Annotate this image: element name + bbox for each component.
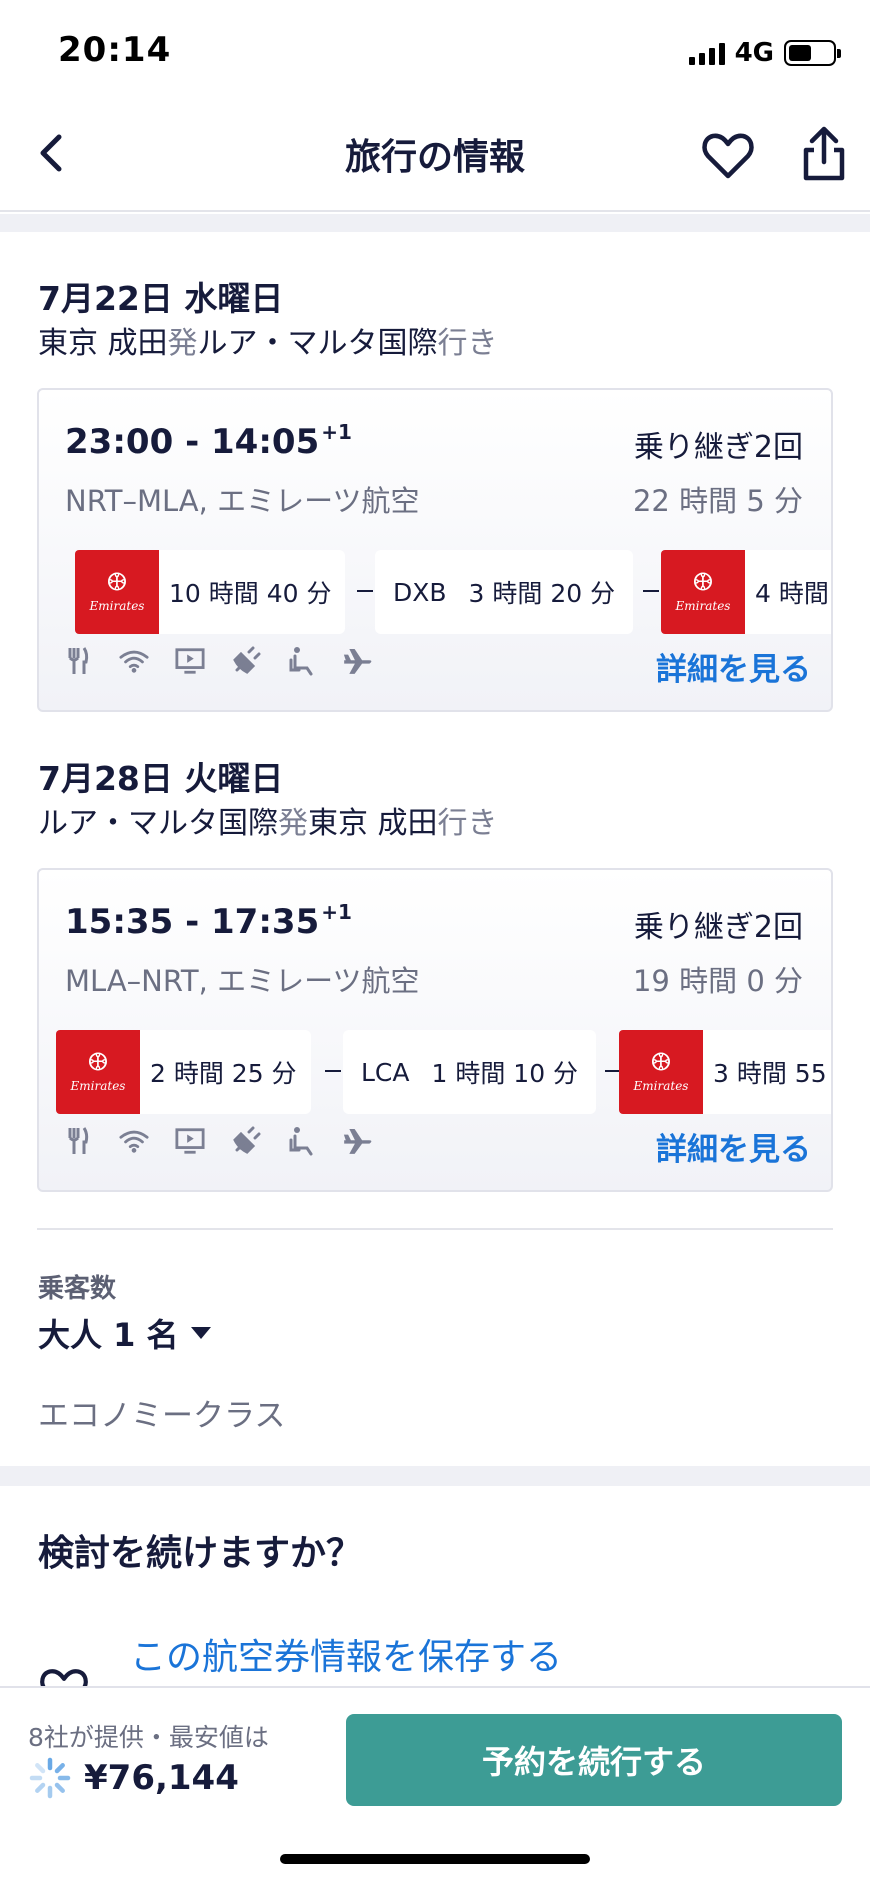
screen-icon (175, 1126, 205, 1156)
section-separator (0, 214, 870, 232)
meal-icon (63, 1126, 93, 1156)
layover-duration: 1 時間 10 分 (431, 1059, 579, 1088)
emirates-logo: 𐃏 Emirates (661, 550, 745, 634)
divider (37, 1228, 833, 1230)
battery-icon (784, 40, 841, 66)
seat-icon (287, 646, 317, 676)
status-bar: 20:14 4G (0, 0, 870, 100)
power-icon (231, 646, 261, 676)
meal-icon (63, 646, 93, 676)
layover-pill: LCA 1 時間 10 分 (343, 1030, 597, 1114)
price-row: ¥76,144 (28, 1756, 239, 1800)
layover-pill: DXB 3 時間 20 分 (375, 550, 634, 634)
leg-2-stops: 乗り継ぎ2回 (633, 910, 803, 945)
leg-1-segments: 𐃏 Emirates 10 時間 40 分 DXB 3 時間 20 分 𐃏 Emir… (39, 550, 831, 634)
leg-1-route: 東京 成田発ルア・マルタ国際行き (38, 326, 498, 361)
segment-duration: 4 時間 10 (755, 579, 831, 608)
emirates-logo: 𐃏 Emirates (75, 550, 159, 634)
leg-1-stops: 乗り継ぎ2回 (633, 430, 803, 465)
passengers-selector[interactable]: 大人 1 名 (38, 1310, 213, 1356)
segment-pill: 𐃏 Emirates 2 時間 25 分 (56, 1030, 311, 1114)
leg-1-duration: 22 時間 5 分 (632, 484, 803, 518)
leg-2-duration: 19 時間 0 分 (632, 964, 803, 998)
cabin-class: エコノミークラス (38, 1398, 286, 1434)
spinner-icon (29, 1757, 71, 1799)
connector-dash (643, 590, 659, 592)
save-row[interactable]: この航空券情報を保存する (38, 1628, 838, 1711)
save-flight-link[interactable]: この航空券情報を保存する (130, 1628, 562, 1680)
plane-icon (343, 1126, 373, 1156)
caret-down-icon (190, 1327, 211, 1339)
signal-icon (688, 41, 725, 65)
segment-duration: 10 時間 40 分 (169, 579, 332, 608)
leg-2-airports-airline: MLA–NRT, エミレーツ航空 (65, 964, 420, 998)
segment-pill: 𐃏Emirates 4 時間 10 (661, 550, 831, 634)
emirates-logo: 𐃏 Emirates (619, 1030, 703, 1114)
layover-duration: 3 時間 20 分 (468, 579, 616, 608)
leg-2-segments: 𐃏 Emirates 2 時間 25 分 LCA 1 時間 10 分 𐃏 Emira… (39, 1030, 831, 1114)
heart-icon (702, 133, 754, 179)
home-indicator[interactable] (280, 1854, 590, 1864)
power-icon (231, 1126, 261, 1156)
leg-1-details-link[interactable]: 詳細を見る (656, 644, 811, 689)
leg-1-card[interactable]: 23:00 - 14:05 +1 乗り継ぎ2回 NRT–MLA, エミレーツ航空 … (37, 388, 833, 712)
price: ¥76,144 (84, 1758, 239, 1798)
emirates-logo: 𐃏 Emirates (56, 1030, 140, 1114)
leg-1-date: 7月22日 水曜日 (38, 279, 284, 318)
app-header: 旅行の情報 (0, 100, 870, 212)
connector-dash (325, 1070, 341, 1072)
network-label: 4G (734, 38, 774, 68)
leg-2-date: 7月28日 火曜日 (38, 759, 284, 798)
screen-icon (175, 646, 205, 676)
passengers-label: 乗客数 (38, 1274, 117, 1304)
leg-2-card[interactable]: 15:35 - 17:35 +1 乗り継ぎ2回 MLA–NRT, エミレーツ航空 … (37, 868, 833, 1192)
segment-pill: 𐃏 Emirates 10 時間 40 分 (75, 550, 346, 634)
section-separator (0, 1466, 870, 1486)
leg-1-airports-airline: NRT–MLA, エミレーツ航空 (65, 484, 420, 518)
leg-2-details-link[interactable]: 詳細を見る (656, 1124, 811, 1169)
status-time: 20:14 (58, 30, 172, 70)
wifi-icon (119, 1126, 149, 1156)
share-button[interactable] (796, 124, 852, 184)
leg-1-amenities (63, 646, 373, 676)
share-icon (803, 126, 845, 181)
layover-airport: DXB (393, 577, 447, 607)
book-button[interactable]: 予約を続行する (346, 1714, 842, 1806)
passengers-value: 大人 1 名 (38, 1316, 179, 1354)
segment-duration: 3 時間 55 分 (713, 1059, 831, 1088)
favorite-button[interactable] (700, 128, 756, 184)
plane-icon (343, 646, 373, 676)
continue-title: 検討を続けますか？ (38, 1533, 363, 1574)
leg-2-times: 15:35 - 17:35 +1 (65, 900, 352, 942)
leg-2-amenities (63, 1126, 373, 1156)
segment-duration: 2 時間 25 分 (150, 1059, 297, 1088)
seat-icon (287, 1126, 317, 1156)
connector-dash (357, 590, 373, 592)
wifi-icon (119, 646, 149, 676)
status-indicators: 4G (688, 38, 841, 68)
provider-text: 8社が提供・最安値は (28, 1723, 269, 1752)
leg-1-times: 23:00 - 14:05 +1 (65, 420, 352, 462)
segment-pill: 𐃏Emirates 3 時間 55 分 (619, 1030, 831, 1114)
leg-2-route: ルア・マルタ国際発東京 成田行き (38, 806, 498, 841)
layover-airport: LCA (361, 1057, 410, 1087)
